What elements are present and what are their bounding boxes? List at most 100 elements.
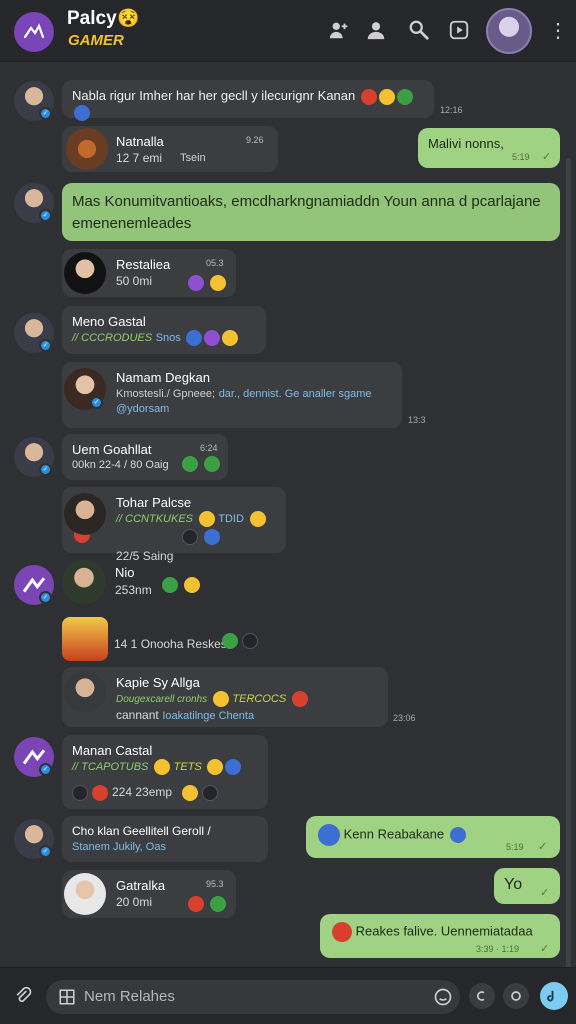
verified-badge-icon: ✓ [39,591,52,604]
verified-badge-icon: ✓ [39,463,52,476]
message-text: Reakes falive. Uennemiatadaa [355,923,533,939]
message-text: Malivi nonns, [428,136,504,151]
logo-mark-icon [23,23,45,39]
bolt-emoji-icon [154,758,171,775]
timestamp: 5:19 [506,842,524,852]
blue-emoji-icon [204,529,220,545]
profile-icon[interactable] [362,16,390,44]
blue-emoji-icon [74,105,90,122]
message-extra: Tsein [180,152,206,164]
mention-handle[interactable]: @ydorsam [116,403,392,415]
green-emoji-icon [162,577,178,593]
star-emoji-icon [198,510,215,527]
add-group-icon[interactable] [325,16,353,44]
outgoing-message-bubble[interactable]: Yo ✓ [494,868,560,904]
read-receipt-icon: ✓ [540,887,550,899]
user-avatar[interactable] [486,8,532,54]
game-thumbnail[interactable] [62,617,108,661]
search-icon[interactable] [405,16,433,44]
outgoing-message-bubble[interactable]: Malivi nonns, 5:19 ✓ [418,128,560,168]
red-emoji-icon [188,896,204,912]
message-link[interactable]: Stanem Jukily, Oas [72,841,258,853]
message-bubble[interactable]: Restaliea 50 0mi 05.3 [62,249,236,297]
outgoing-message-bubble[interactable]: Reakes falive. Uennemiatadaa 3:39 · 1:19… [320,914,560,958]
message-list[interactable]: ✓ Nabla rigur Imher har her gecll y ilec… [0,63,576,1008]
dark-emoji-icon [72,785,88,801]
message-text: Kenn Reabakane [343,826,445,842]
message-bubble[interactable]: Meno Gastal // CCCRODUES Snos [62,306,266,354]
message-text: 253nm [115,583,152,597]
message-link[interactable]: dar., dennist. Ge analler sgame [219,388,372,400]
keyboard-icon[interactable] [54,984,80,1010]
message-text: Nabla rigur Imher har her gecll y ilecur… [72,88,356,103]
message-tag-2: TETS [173,761,202,773]
voice-icon[interactable] [540,982,568,1010]
app-logo[interactable] [14,12,54,52]
message-text: 22/5 Saing [116,549,174,564]
read-receipt-icon: ✓ [538,841,548,853]
sticker-emoji-icon [318,824,340,846]
message-bubble[interactable]: Uem Goahllat 00kn 22-4 / 80 Oaig 6:24 [62,434,228,480]
sender-name: Cho klan Geellitell Geroll / [72,824,211,838]
laugh-emoji-icon [378,88,395,105]
green-emoji-icon [222,633,238,649]
smile-emoji-icon [222,329,239,346]
media-icon[interactable] [445,16,473,44]
verified-badge-icon: ✓ [39,339,52,352]
timestamp: 13:3 [408,415,426,425]
contact-photo [64,873,106,915]
message-tag-2: TERCOCS [232,693,287,705]
message-bubble[interactable]: Gatralka 20 0mi 95.3 [62,870,236,918]
contact-photo [64,671,106,713]
verified-badge-icon: ✓ [39,209,52,222]
cool-emoji-icon [396,88,413,105]
sender-name: Tohar Palcse [116,495,192,510]
message-bubble[interactable]: Manan Castal // TCAPOTUBS TETS 224 23emp [62,735,268,809]
brand-title: Palcy [67,8,117,29]
timestamp: 9.26 [246,135,264,145]
highlighted-message-bubble[interactable]: Mas Konumitvantioaks, emcdharkngnamiaddn… [62,183,560,241]
message-link[interactable]: Ioakatilnge Chenta [162,710,254,722]
message-bubble[interactable]: Nabla rigur Imher har her gecll y ilecur… [62,80,434,122]
read-receipt-icon: ✓ [540,943,550,955]
message-text: 14 1 Onooha Reskes [114,637,227,651]
app-header: Palcy 😵 GAMER ⋮ [0,0,576,62]
message-bubble[interactable]: Cho klan Geellitell Geroll / Stanem Juki… [62,816,268,862]
camera-icon[interactable] [503,983,529,1009]
moon-emoji-icon [188,275,204,291]
timestamp: 05.3 [206,258,224,268]
red-emoji-icon [92,785,108,801]
bolt-emoji-icon [212,690,229,707]
message-bubble[interactable]: Kapie Sy Allga Dougexcarell cronhs TERCO… [62,667,388,727]
sticker-emoji-icon [332,922,352,942]
message-bubble[interactable]: Natnalla 12 7 emi Tsein 9.26 [62,126,278,172]
blue-emoji-icon [225,758,242,775]
gif-icon[interactable] [469,983,495,1009]
message-link[interactable]: Snos [156,332,181,344]
verified-badge-icon: ✓ [39,763,52,776]
star-emoji-icon [249,510,266,527]
message-bubble[interactable]: Tohar Palcse // CCNTKUKES TDID 22/5 Sain… [62,487,286,563]
timestamp: 3:39 · 1:19 [476,944,520,954]
message-bubble[interactable]: ✓ Namam Degkan Kmostesli./ Gpneee; dar.,… [62,362,402,428]
more-icon[interactable]: ⋮ [548,18,568,44]
brand-subtitle: GAMER [68,32,124,49]
outgoing-message-bubble[interactable]: Kenn Reabakane 5:19 ✓ [306,816,560,858]
scrollbar[interactable] [566,158,571,1008]
attach-icon[interactable] [10,983,36,1009]
message-tag: // CCCRODUES [72,332,153,344]
message-link[interactable]: TDID [218,513,244,525]
read-receipt-icon: ✓ [542,151,552,163]
contact-photo[interactable] [62,560,106,604]
emoji-icon[interactable] [430,984,456,1010]
timestamp: 12:16 [440,105,463,115]
green-emoji-icon [210,896,226,912]
smile-emoji-icon [210,275,226,291]
timestamp: 5:19 [512,152,530,162]
dark-emoji-icon [182,529,198,545]
green-emoji-icon [182,456,198,472]
message-tag: // CCNTKUKES [116,513,194,525]
purple-emoji-icon [204,329,221,346]
message-text: Mas Konumitvantioaks, emcdharkngnamiaddn… [72,193,541,232]
message-text: Yo [504,876,523,893]
